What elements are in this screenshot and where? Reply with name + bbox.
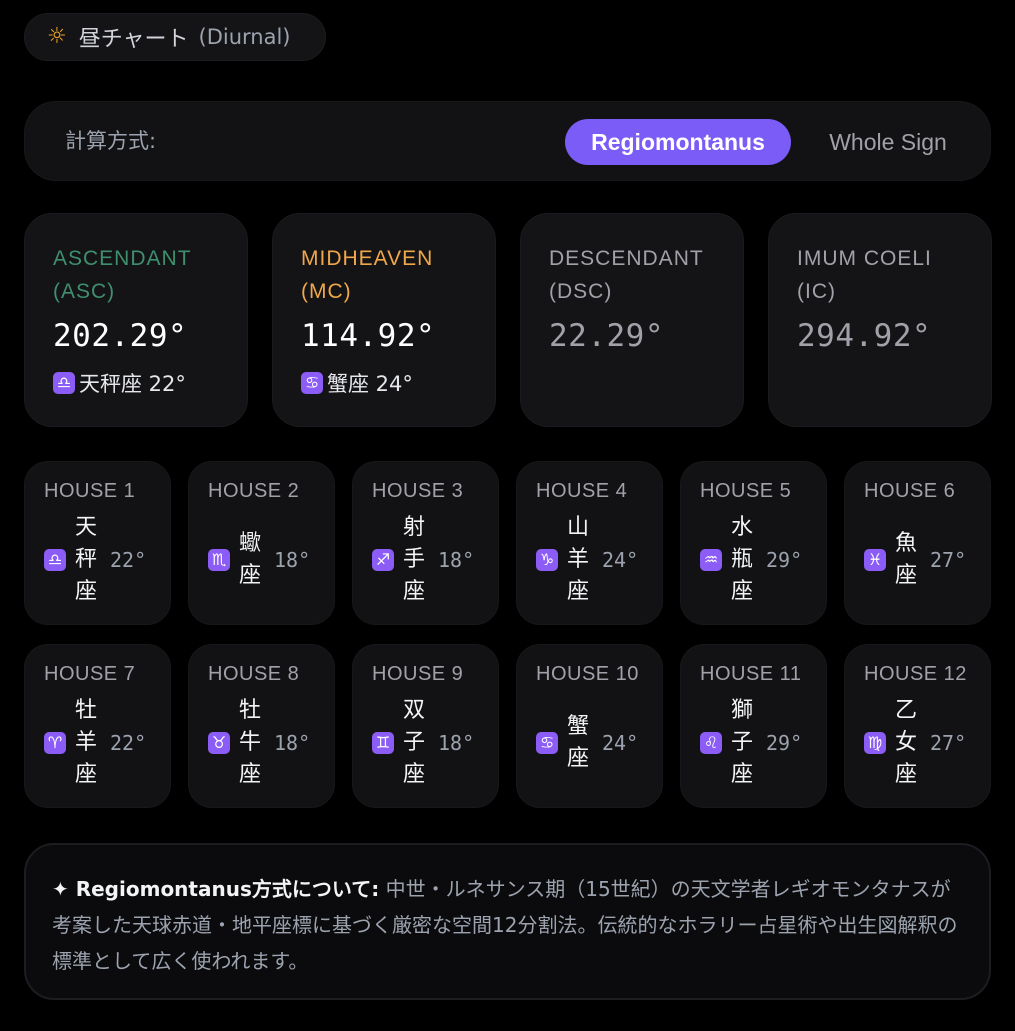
whole-sign-button[interactable]: Whole Sign: [805, 119, 971, 165]
house-degree: 18°: [438, 731, 475, 755]
angle-degree: 202.29°: [53, 318, 188, 354]
house-card-12: HOUSE 12 ♍ 乙女座 27°: [844, 644, 991, 808]
house-card-7: HOUSE 7 ♈ 牡羊座 22°: [24, 644, 171, 808]
house-card-10: HOUSE 10 ♋ 蟹座 24°: [516, 644, 663, 808]
house-label: HOUSE 8: [208, 663, 300, 685]
house-sign: 水瓶座: [730, 515, 753, 604]
chart-type-sub: (Diurnal): [198, 25, 291, 49]
house-label: HOUSE 6: [864, 480, 956, 502]
house-card-2: HOUSE 2 ♏ 蠍座 18°: [188, 461, 335, 625]
cancer-icon: ♋: [536, 732, 558, 754]
house-sign: 牡牛座: [238, 698, 261, 787]
pisces-icon: ♓: [864, 549, 886, 571]
house-system-selector: 計算方式: Regiomontanus Whole Sign: [24, 101, 991, 181]
angle-label: ASCENDANT (ASC): [53, 247, 192, 303]
house-card-6: HOUSE 6 ♓ 魚座 27°: [844, 461, 991, 625]
angle-degree: 114.92°: [301, 318, 436, 354]
aries-icon: ♈: [44, 732, 66, 754]
leo-icon: ♌: [700, 732, 722, 754]
angle-card-midheaven: MIDHEAVEN (MC) 114.92° ♋ 蟹座 24°: [272, 213, 496, 427]
house-card-9: HOUSE 9 ♊ 双子座 18°: [352, 644, 499, 808]
house-degree: 27°: [930, 731, 967, 755]
house-degree: 24°: [602, 548, 639, 572]
house-degree: 18°: [274, 548, 311, 572]
house-label: HOUSE 9: [372, 663, 464, 685]
house-label: HOUSE 2: [208, 480, 300, 502]
house-card-5: HOUSE 5 ♒ 水瓶座 29°: [680, 461, 827, 625]
house-sign: 双子座: [402, 698, 425, 787]
house-card-3: HOUSE 3 ♐ 射手座 18°: [352, 461, 499, 625]
house-sign: 蟹座: [566, 714, 589, 771]
house-label: HOUSE 11: [700, 663, 802, 685]
house-system-label: 計算方式:: [65, 129, 157, 153]
house-sign: 魚座: [894, 531, 917, 588]
house-label: HOUSE 1: [44, 480, 136, 502]
angle-sign: ♋ 蟹座 24°: [301, 368, 413, 398]
house-label: HOUSE 4: [536, 480, 628, 502]
house-label: HOUSE 12: [864, 663, 967, 685]
sagittarius-icon: ♐: [372, 549, 394, 571]
angle-label: MIDHEAVEN (MC): [301, 247, 434, 303]
angle-label: IMUM COELI (IC): [797, 247, 932, 303]
angle-card-descendant: DESCENDANT (DSC) 22.29°: [520, 213, 744, 427]
house-card-8: HOUSE 8 ♉ 牡牛座 18°: [188, 644, 335, 808]
house-degree: 29°: [766, 731, 803, 755]
cancer-icon: ♋: [301, 372, 323, 394]
house-sign: 射手座: [402, 515, 425, 604]
house-sign: 乙女座: [894, 698, 917, 787]
house-sign: 牡羊座: [74, 698, 97, 787]
house-label: HOUSE 7: [44, 663, 136, 685]
gemini-icon: ♊: [372, 732, 394, 754]
taurus-icon: ♉: [208, 732, 230, 754]
virgo-icon: ♍: [864, 732, 886, 754]
house-degree: 27°: [930, 548, 967, 572]
house-degree: 18°: [438, 548, 475, 572]
angle-degree: 294.92°: [797, 318, 932, 354]
house-sign: 獅子座: [730, 698, 753, 787]
house-degree: 24°: [602, 731, 639, 755]
chart-type-label: 昼チャート: [78, 27, 189, 52]
angle-card-imum-coeli: IMUM COELI (IC) 294.92°: [768, 213, 992, 427]
house-card-11: HOUSE 11 ♌ 獅子座 29°: [680, 644, 827, 808]
libra-icon: ♎: [44, 549, 66, 571]
house-system-info: ✦ Regiomontanus方式について: 中世・ルネサンス期（15世紀）の天…: [24, 843, 991, 1000]
house-degree: 29°: [766, 548, 803, 572]
capricorn-icon: ♑: [536, 549, 558, 571]
scorpio-icon: ♏: [208, 549, 230, 571]
angle-label: DESCENDANT (DSC): [549, 247, 704, 303]
house-label: HOUSE 5: [700, 480, 792, 502]
house-sign: 天秤座: [74, 515, 97, 604]
libra-icon: ♎: [53, 372, 75, 394]
info-title: ✦ Regiomontanus方式について:: [52, 877, 380, 901]
house-sign: 蠍座: [238, 531, 261, 588]
house-card-1: HOUSE 1 ♎ 天秤座 22°: [24, 461, 171, 625]
regiomontanus-button[interactable]: Regiomontanus: [565, 119, 791, 165]
sun-icon: ☼: [47, 24, 67, 49]
house-degree: 22°: [110, 731, 147, 755]
house-sign: 山羊座: [566, 515, 589, 604]
house-degree: 18°: [274, 731, 311, 755]
house-card-4: HOUSE 4 ♑ 山羊座 24°: [516, 461, 663, 625]
angle-sign-text: 天秤座 22°: [79, 372, 186, 396]
aquarius-icon: ♒: [700, 549, 722, 571]
angle-degree: 22.29°: [549, 318, 664, 354]
house-label: HOUSE 10: [536, 663, 639, 685]
angle-sign-text: 蟹座 24°: [327, 372, 413, 396]
chart-type-badge: ☼ 昼チャート (Diurnal): [24, 13, 326, 61]
house-label: HOUSE 3: [372, 480, 464, 502]
house-degree: 22°: [110, 548, 147, 572]
angle-sign: ♎ 天秤座 22°: [53, 368, 186, 398]
angle-card-ascendant: ASCENDANT (ASC) 202.29° ♎ 天秤座 22°: [24, 213, 248, 427]
